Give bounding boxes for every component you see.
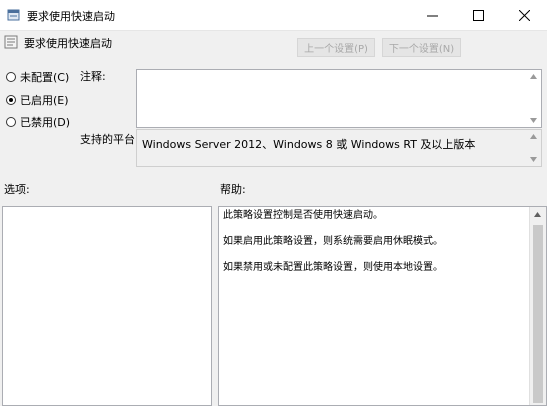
previous-setting-button[interactable]: 上一个设置(P) (297, 38, 375, 57)
scroll-up-icon[interactable] (530, 134, 537, 139)
help-scrollbar[interactable] (529, 207, 546, 405)
scroll-down-icon[interactable] (530, 118, 537, 123)
policy-setting-icon (4, 35, 18, 49)
radio-circle[interactable] (6, 95, 16, 105)
platform-label: 支持的平台: (80, 133, 139, 146)
scroll-up-icon[interactable] (534, 212, 541, 217)
next-setting-button[interactable]: 下一个设置(N) (382, 38, 461, 57)
radio-enabled[interactable]: 已启用(E) (6, 92, 69, 108)
close-icon (518, 9, 530, 21)
radio-circle[interactable] (6, 72, 16, 82)
close-button[interactable] (501, 0, 547, 30)
help-paragraph: 如果启用此策略设置，则系统需要启用休眠模式。 (223, 236, 443, 247)
scroll-up-icon[interactable] (530, 74, 537, 79)
window-title: 要求使用快速启动 (27, 10, 115, 23)
maximize-button[interactable] (455, 0, 501, 30)
policy-app-icon (7, 9, 20, 21)
scrollbar-thumb[interactable] (533, 225, 543, 403)
platform-value: Windows Server 2012、Windows 8 或 Windows … (142, 138, 476, 151)
comment-textarea[interactable] (136, 69, 542, 128)
options-panel (2, 206, 212, 406)
minimize-icon (426, 15, 438, 16)
radio-label: 未配置(C) (20, 71, 70, 84)
maximize-icon (472, 9, 484, 21)
platform-field: Windows Server 2012、Windows 8 或 Windows … (136, 129, 542, 167)
scroll-down-icon[interactable] (530, 157, 537, 162)
help-paragraph: 如果禁用或未配置此策略设置，则使用本地设置。 (223, 262, 443, 273)
options-section-label: 选项: (4, 183, 30, 196)
radio-selected-dot (9, 98, 13, 102)
comment-label: 注释: (80, 70, 106, 83)
radio-disabled[interactable]: 已禁用(D) (6, 114, 70, 130)
help-section-label: 帮助: (220, 183, 246, 196)
radio-circle[interactable] (6, 117, 16, 127)
help-paragraph: 此策略设置控制是否使用快速启动。 (223, 210, 383, 221)
title-bar: 要求使用快速启动 (0, 0, 547, 31)
help-panel: 此策略设置控制是否使用快速启动。 如果启用此策略设置，则系统需要启用休眠模式。 … (218, 206, 547, 406)
setting-title: 要求使用快速启动 (24, 37, 112, 50)
minimize-button[interactable] (409, 0, 455, 30)
radio-label: 已启用(E) (20, 94, 69, 107)
help-content: 此策略设置控制是否使用快速启动。 如果启用此策略设置，则系统需要启用休眠模式。 … (223, 209, 528, 287)
radio-not-configured[interactable]: 未配置(C) (6, 69, 69, 85)
radio-label: 已禁用(D) (20, 116, 71, 129)
